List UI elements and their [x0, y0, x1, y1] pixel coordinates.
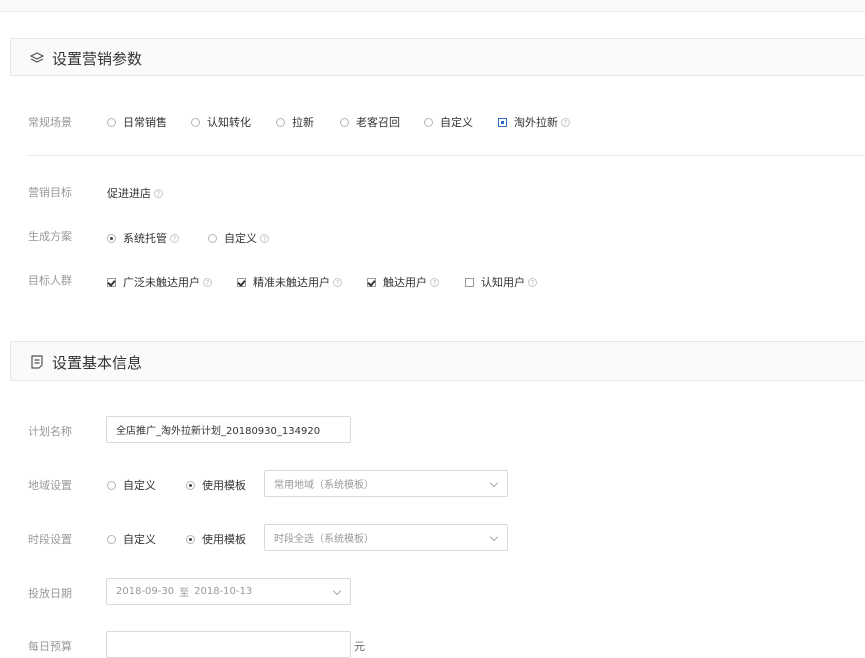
audience-option-precise[interactable]: 精准未触达用户?: [237, 274, 342, 290]
radio-checked-icon: [107, 233, 116, 243]
help-icon[interactable]: ?: [430, 277, 439, 287]
checkbox-checked-icon: [237, 277, 246, 287]
budget-label: 每日预算: [28, 640, 72, 653]
chevron-down-icon: [489, 532, 499, 542]
layers-icon: [29, 52, 45, 63]
radio-checked-icon: [186, 534, 195, 544]
section-title: 设置营销参数: [52, 50, 143, 68]
date-label: 投放日期: [28, 587, 72, 600]
chevron-down-icon: [332, 586, 342, 596]
plan-name-input[interactable]: 全店推广_淘外拉新计划_20180930_134920: [106, 416, 351, 443]
help-icon[interactable]: ?: [154, 188, 163, 198]
section-title: 设置基本信息: [52, 354, 143, 372]
region-option-custom[interactable]: 自定义: [107, 477, 156, 493]
audience-option-cognitive[interactable]: 认知用户?: [465, 274, 537, 290]
help-icon[interactable]: ?: [203, 277, 212, 287]
document-icon: [31, 355, 43, 369]
checkbox-checked-icon: [367, 277, 376, 287]
help-icon[interactable]: ?: [333, 277, 342, 287]
radio-icon: [424, 117, 433, 127]
goal-value: 促进进店?: [107, 185, 163, 201]
region-template-select[interactable]: 常用地域（系统模板）: [264, 470, 508, 497]
region-label: 地域设置: [28, 479, 72, 492]
scene-option-acquire[interactable]: 拉新: [276, 114, 314, 130]
scene-option-daily-sales[interactable]: 日常销售: [107, 114, 167, 130]
time-option-template[interactable]: 使用模板: [186, 531, 246, 547]
region-option-template[interactable]: 使用模板: [186, 477, 246, 493]
scene-label: 常规场景: [28, 116, 72, 129]
budget-unit: 元: [354, 640, 365, 653]
scene-option-recall[interactable]: 老客召回: [340, 114, 400, 130]
radio-icon: [276, 117, 285, 127]
checkbox-checked-icon: [107, 277, 116, 287]
radio-icon: [107, 117, 116, 127]
selected-box-icon: [498, 117, 507, 127]
audience-label: 目标人群: [28, 274, 72, 287]
basic-section-header: 设置基本信息: [10, 341, 865, 381]
help-icon[interactable]: ?: [561, 117, 570, 127]
chevron-down-icon: [489, 478, 499, 488]
time-label: 时段设置: [28, 533, 72, 546]
time-option-custom[interactable]: 自定义: [107, 531, 156, 547]
checkbox-icon: [465, 277, 474, 287]
help-icon[interactable]: ?: [170, 233, 179, 243]
divider: [28, 155, 865, 156]
scene-option-cognition[interactable]: 认知转化: [191, 114, 251, 130]
scene-option-custom[interactable]: 自定义: [424, 114, 473, 130]
audience-option-broad[interactable]: 广泛未触达用户?: [107, 274, 212, 290]
time-template-select[interactable]: 时段全选（系统模板）: [264, 524, 508, 551]
top-bar: [0, 0, 865, 12]
radio-icon: [107, 480, 116, 490]
marketing-section-header: 设置营销参数: [10, 38, 865, 76]
radio-checked-icon: [186, 480, 195, 490]
date-separator: 至: [179, 588, 190, 599]
scene-option-external-acquire[interactable]: 淘外拉新?: [498, 114, 570, 130]
date-range-picker[interactable]: 2018-09-30 至 2018-10-13: [106, 578, 351, 605]
goal-label: 营销目标: [28, 186, 72, 199]
plan-name-label: 计划名称: [28, 425, 72, 438]
radio-icon: [340, 117, 349, 127]
budget-input[interactable]: [106, 631, 351, 658]
plan-label: 生成方案: [28, 230, 72, 243]
help-icon[interactable]: ?: [528, 277, 537, 287]
radio-icon: [208, 233, 217, 243]
date-end: 2018-10-13: [194, 586, 253, 597]
audience-option-reached[interactable]: 触达用户?: [367, 274, 439, 290]
help-icon[interactable]: ?: [260, 233, 269, 243]
radio-icon: [191, 117, 200, 127]
radio-icon: [107, 534, 116, 544]
date-start: 2018-09-30: [116, 586, 175, 597]
plan-option-custom[interactable]: 自定义?: [208, 230, 269, 246]
plan-option-system[interactable]: 系统托管?: [107, 230, 179, 246]
